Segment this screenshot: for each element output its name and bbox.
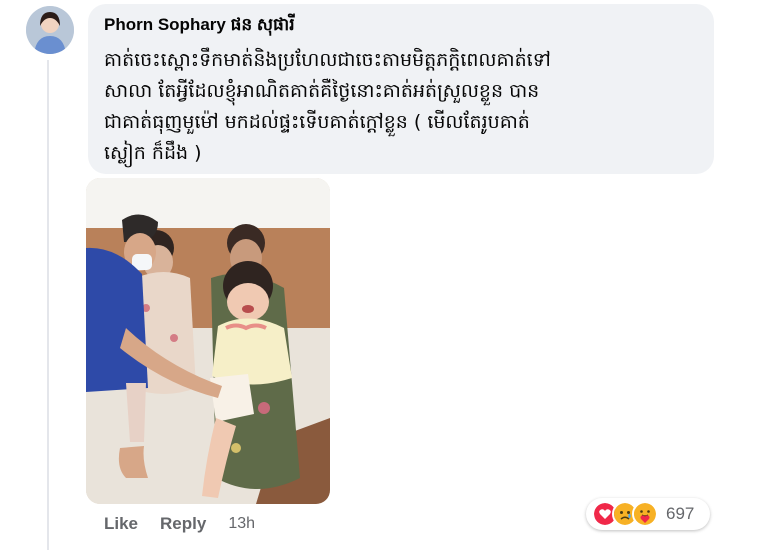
comment-text: គាត់ចេះស្ពោះទឹកមាត់និងប្រហែលជាចេះតាមមិត្… bbox=[104, 49, 551, 164]
reaction-summary[interactable]: 697 bbox=[586, 498, 710, 530]
like-button[interactable]: Like bbox=[104, 514, 138, 534]
author-name[interactable]: Phorn Sophary ផន សុផារី bbox=[104, 14, 698, 39]
avatar[interactable] bbox=[26, 6, 74, 54]
reply-button[interactable]: Reply bbox=[160, 514, 206, 534]
comment-actions: Like Reply 13h bbox=[104, 514, 255, 534]
comment-photo[interactable] bbox=[86, 178, 330, 504]
timestamp[interactable]: 13h bbox=[228, 515, 255, 533]
care-icon bbox=[632, 501, 658, 527]
reaction-count: 697 bbox=[666, 504, 695, 523]
thread-line bbox=[47, 60, 49, 550]
comment-bubble: Phorn Sophary ផន សុផារី គាត់ចេះស្ពោះទឹកម… bbox=[88, 4, 714, 174]
